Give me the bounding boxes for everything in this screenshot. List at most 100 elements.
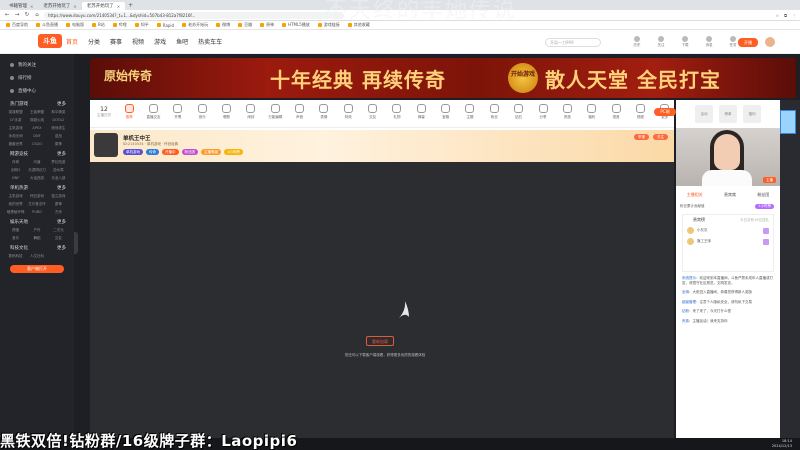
tool-item[interactable]: 主题 [461,104,479,120]
pc-client-button[interactable]: PC端 [654,108,676,116]
rank-badge[interactable]: 1小时榜 [755,203,774,209]
sidebar-tag[interactable]: 独立游戏 [48,194,69,199]
tool-item[interactable]: 音乐 [193,104,211,120]
sidebar-tag[interactable]: 数码科技 [5,254,26,259]
sidebar-tag[interactable]: 怀旧游戏 [26,194,47,199]
sidebar-tag[interactable]: 绝地求生 [48,126,69,131]
more-link[interactable]: 更多 [57,219,66,228]
nav-games[interactable]: 游戏 [154,37,166,46]
room-badge[interactable]: 传奇 [146,149,159,155]
sidebar-tag[interactable]: 暗黑破坏神 [5,210,26,215]
sidebar-tag[interactable]: 主机游戏 [5,126,26,131]
bookmark-item[interactable]: 百度导航 [6,22,28,28]
bookmark-item[interactable]: 豆瓣 [238,22,252,28]
vip-row[interactable]: 小灰灰 [683,225,773,236]
room-badge[interactable]: 1小时榜 [224,149,243,155]
room-badge[interactable]: 主播等级 [201,149,221,155]
sidebar-tag[interactable]: 和平精英 [48,110,69,115]
tool-item[interactable]: 福利 [583,104,601,120]
sidebar-tag[interactable]: 魔兽世界 [5,142,26,147]
sidebar-tag[interactable]: 逆水寒 [48,168,69,173]
new-tab-button[interactable]: + [128,2,133,9]
bookmark-item[interactable]: HTML5播放 [282,22,310,28]
streamer-avatar[interactable] [94,133,118,157]
close-icon[interactable]: ✕ [30,4,33,9]
tool-item[interactable]: 礼物 [388,104,406,120]
sidebar-tag[interactable]: 人文社科 [26,254,47,259]
tool-item[interactable]: 宝箱 [436,104,454,120]
tool-item[interactable]: 开黑 [169,104,187,120]
browser-tab-active[interactable]: 老苏开始玩了 ✕ [81,2,126,10]
tool-item[interactable]: 语音 [607,104,625,120]
sidebar-tag[interactable]: 舞蹈 [26,236,47,241]
sidebar-tag[interactable]: 方舟 [48,210,69,215]
sidebar-tag[interactable]: 音乐 [5,236,26,241]
sidebar-tag[interactable]: 交友 [48,236,69,241]
sidebar-tag[interactable]: 大话西游 [26,176,47,181]
more-link[interactable]: 更多 [57,185,66,194]
sidebar-collapse-handle[interactable] [74,232,78,254]
sidebar-tag[interactable]: PUBG [26,210,47,215]
more-link[interactable]: 更多 [57,151,66,160]
tab-streamer[interactable]: 主播相关 [687,192,703,198]
chat-list[interactable]: 系统提示：欢迎来到本直播间，斗鱼严禁未成年人直播或打赏，请遵守社区规范，文明发言… [682,276,776,436]
tool-item[interactable]: 闹钟 [242,104,260,120]
sidebar-tag[interactable]: CF手游 [5,118,26,123]
sidebar-item-live-center[interactable]: 直播中心 [0,84,74,97]
report-button[interactable]: 举报 [634,134,649,140]
tool-item[interactable]: 交友 [363,104,381,120]
sidebar-tag[interactable]: 梦幻西游 [48,160,69,165]
bookmark-item[interactable]: 电脑版 [66,22,84,28]
tool-item[interactable]: 贵族 [558,104,576,120]
open-client-button[interactable]: 客户端打开 [10,265,64,273]
tool-item[interactable]: 直播交友 [144,104,162,120]
sidebar-tag[interactable]: 户外 [26,228,47,233]
sidebar-tag[interactable]: DNF [26,134,47,139]
sidebar-tag[interactable]: 问道 [26,160,47,165]
ad-banner[interactable]: 原始传奇 十年经典 再续传奇 开始游戏 散人天堂 全民打宝 [90,58,796,98]
message-icon[interactable]: 消息 [702,36,716,48]
extensions-icon[interactable]: ⧉ [784,13,787,18]
nav-fishbar[interactable]: 鱼吧 [176,37,188,46]
sidebar-tag[interactable]: 二次元 [48,228,69,233]
reload-icon[interactable]: ↻ [24,12,30,18]
sidebar-tag[interactable]: 主机游戏 [5,194,26,199]
nav-video[interactable]: 视频 [132,37,144,46]
nav-shop[interactable]: 热卖车车 [198,37,222,46]
qr-widget-icon[interactable] [780,110,796,134]
tool-item[interactable]: 分享 [534,104,552,120]
bookmark-item[interactable]: 知乎 [134,22,149,28]
sidebar-tag[interactable]: 永劫无间 [5,134,26,139]
history-icon[interactable]: 历史 [630,36,644,48]
welfare-icon[interactable]: 福利 [743,105,761,123]
sidebar-tag[interactable]: 颜值 [5,228,26,233]
streamer-camera[interactable]: 主播 [676,128,780,186]
forward-icon[interactable]: → [14,12,20,18]
tool-item[interactable]: 声音 [290,104,308,120]
video-player[interactable]: 重新加载 您还可以下载客户端观看，获得更多优质的观看体验 [90,162,674,438]
sidebar-tag[interactable]: 天龙八部 [48,176,69,181]
bookmark-item[interactable]: 斗鱼直播 [36,22,58,28]
activity-icon[interactable]: 活动 [695,105,713,123]
sidebar-tag[interactable]: 传奇 [5,160,26,165]
tool-item[interactable]: 唱歌 [217,104,235,120]
close-icon[interactable]: ✕ [117,4,120,9]
sidebar-tag[interactable]: DOTA2 [48,118,69,123]
home-icon[interactable]: ⌂ [34,12,40,18]
tool-item[interactable]: 万能编辑 [266,104,284,120]
tool-item[interactable]: 弹幕 [412,104,430,120]
room-badge[interactable]: 粉丝团 [181,149,198,155]
tool-item[interactable]: 特效 [339,104,357,120]
menu-icon[interactable]: ⋮ [792,13,796,18]
vip-row[interactable]: 旗工王帅 [683,236,773,247]
sidebar-tag[interactable]: 原神 [48,202,69,207]
sidebar-tag[interactable]: 天涯明月刀 [26,168,47,173]
more-link[interactable]: 更多 [57,101,66,110]
sidebar-item-follow[interactable]: 我的关注 [0,58,74,71]
url-field[interactable]: https://www.douyu.com/2140534?_t=1...&dy… [44,11,344,19]
close-icon[interactable]: ✕ [73,4,76,9]
tool-item[interactable]: 推荐 [120,104,138,120]
sidebar-tag[interactable]: 逆战 [48,134,69,139]
bookmark-item[interactable]: 微博 [216,22,230,28]
sidebar-tag[interactable]: 剑网3 [5,168,26,173]
